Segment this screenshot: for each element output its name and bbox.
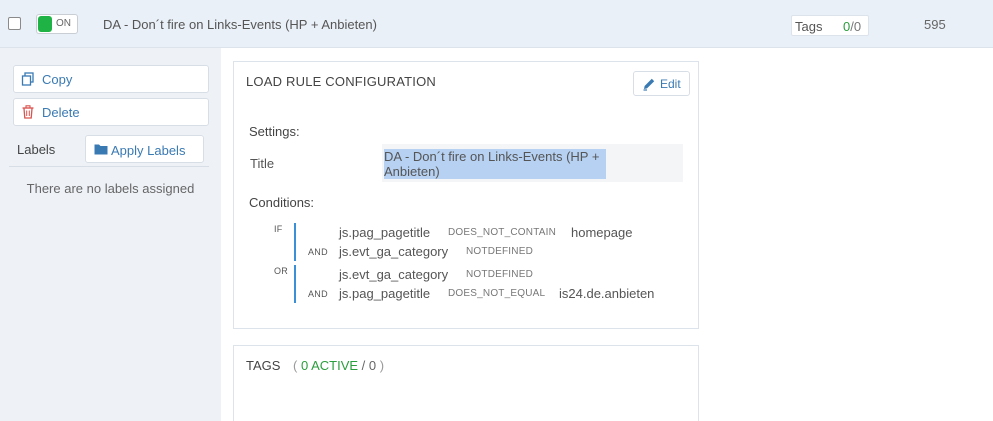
condition-group-bar [294,223,296,261]
apply-labels-label: Apply Labels [111,143,186,158]
copy-label: Copy [42,72,73,87]
toggle-knob [38,16,52,32]
rule-id: 595 [924,17,946,32]
conditions-heading: Conditions: [249,195,315,210]
tags-panel-title: TAGS [246,358,281,373]
condition-operator: NOTDEFINED [466,269,533,280]
settings-heading: Settings: [249,124,300,139]
apply-labels-button[interactable]: Apply Labels [85,135,204,163]
edit-label: Edit [660,77,681,91]
condition-group-operator: OR [274,266,289,276]
condition-operator: NOTDEFINED [466,246,533,257]
panel-title: LOAD RULE CONFIGURATION [246,74,436,89]
load-rule-configuration-panel: LOAD RULE CONFIGURATION Edit Settings: T… [233,61,699,329]
tags-panel: TAGS ( 0 ACTIVE / 0 ) [233,345,699,421]
rule-name[interactable]: DA - Don´t fire on Links-Events (HP + An… [103,17,377,32]
labels-divider [9,166,209,167]
tags-summary: ( 0 ACTIVE / 0 ) [293,358,384,373]
condition-variable: js.pag_pagetitle [339,225,431,240]
edit-button[interactable]: Edit [633,71,690,96]
delete-label: Delete [42,105,80,120]
tags-total-text: 0 [368,358,377,373]
load-rule-header-row[interactable]: ON DA - Don´t fire on Links-Events (HP +… [0,0,993,48]
copy-button[interactable]: Copy [13,65,209,93]
status-toggle[interactable]: ON [36,14,78,34]
tags-pill-count: 0/0 [843,19,861,34]
condition-value: is24.de.anbieten [559,286,655,301]
title-label: Title [250,156,275,171]
row-select-checkbox[interactable] [8,17,21,30]
condition-variable: js.pag_pagetitle [339,286,431,301]
condition-group-operator: IF [274,224,283,234]
tags-slash: / [361,358,366,373]
condition-join-operator: AND [308,247,328,257]
tags-active-text: 0 ACTIVE [300,358,359,373]
tags-count-pill[interactable]: Tags 0/0 [791,15,869,36]
copy-icon [21,72,34,86]
condition-join-operator: AND [308,289,328,299]
condition-group-bar [294,265,296,303]
pencil-icon [643,78,655,91]
condition-value: homepage [571,225,633,240]
condition-operator: DOES_NOT_EQUAL [448,288,546,299]
trash-icon [22,105,34,119]
no-labels-message: There are no labels assigned [26,181,195,196]
toggle-label: ON [56,18,71,29]
condition-operator: DOES_NOT_CONTAIN [448,227,557,238]
labels-heading: Labels [17,142,56,157]
condition-variable: js.evt_ga_category [339,244,449,259]
rule-sidebar: Copy Delete Labels Apply Labels There ar… [0,48,221,421]
tags-pill-label: Tags [795,19,823,34]
title-value-box: DA - Don´t fire on Links-Events (HP + An… [382,144,683,182]
folder-icon [94,144,108,155]
tags-total-count: 0 [853,19,862,34]
title-value[interactable]: DA - Don´t fire on Links-Events (HP + An… [384,149,606,179]
delete-button[interactable]: Delete [13,98,209,126]
condition-variable: js.evt_ga_category [339,267,449,282]
open-paren: ( [293,358,298,373]
close-paren: ) [379,358,385,373]
